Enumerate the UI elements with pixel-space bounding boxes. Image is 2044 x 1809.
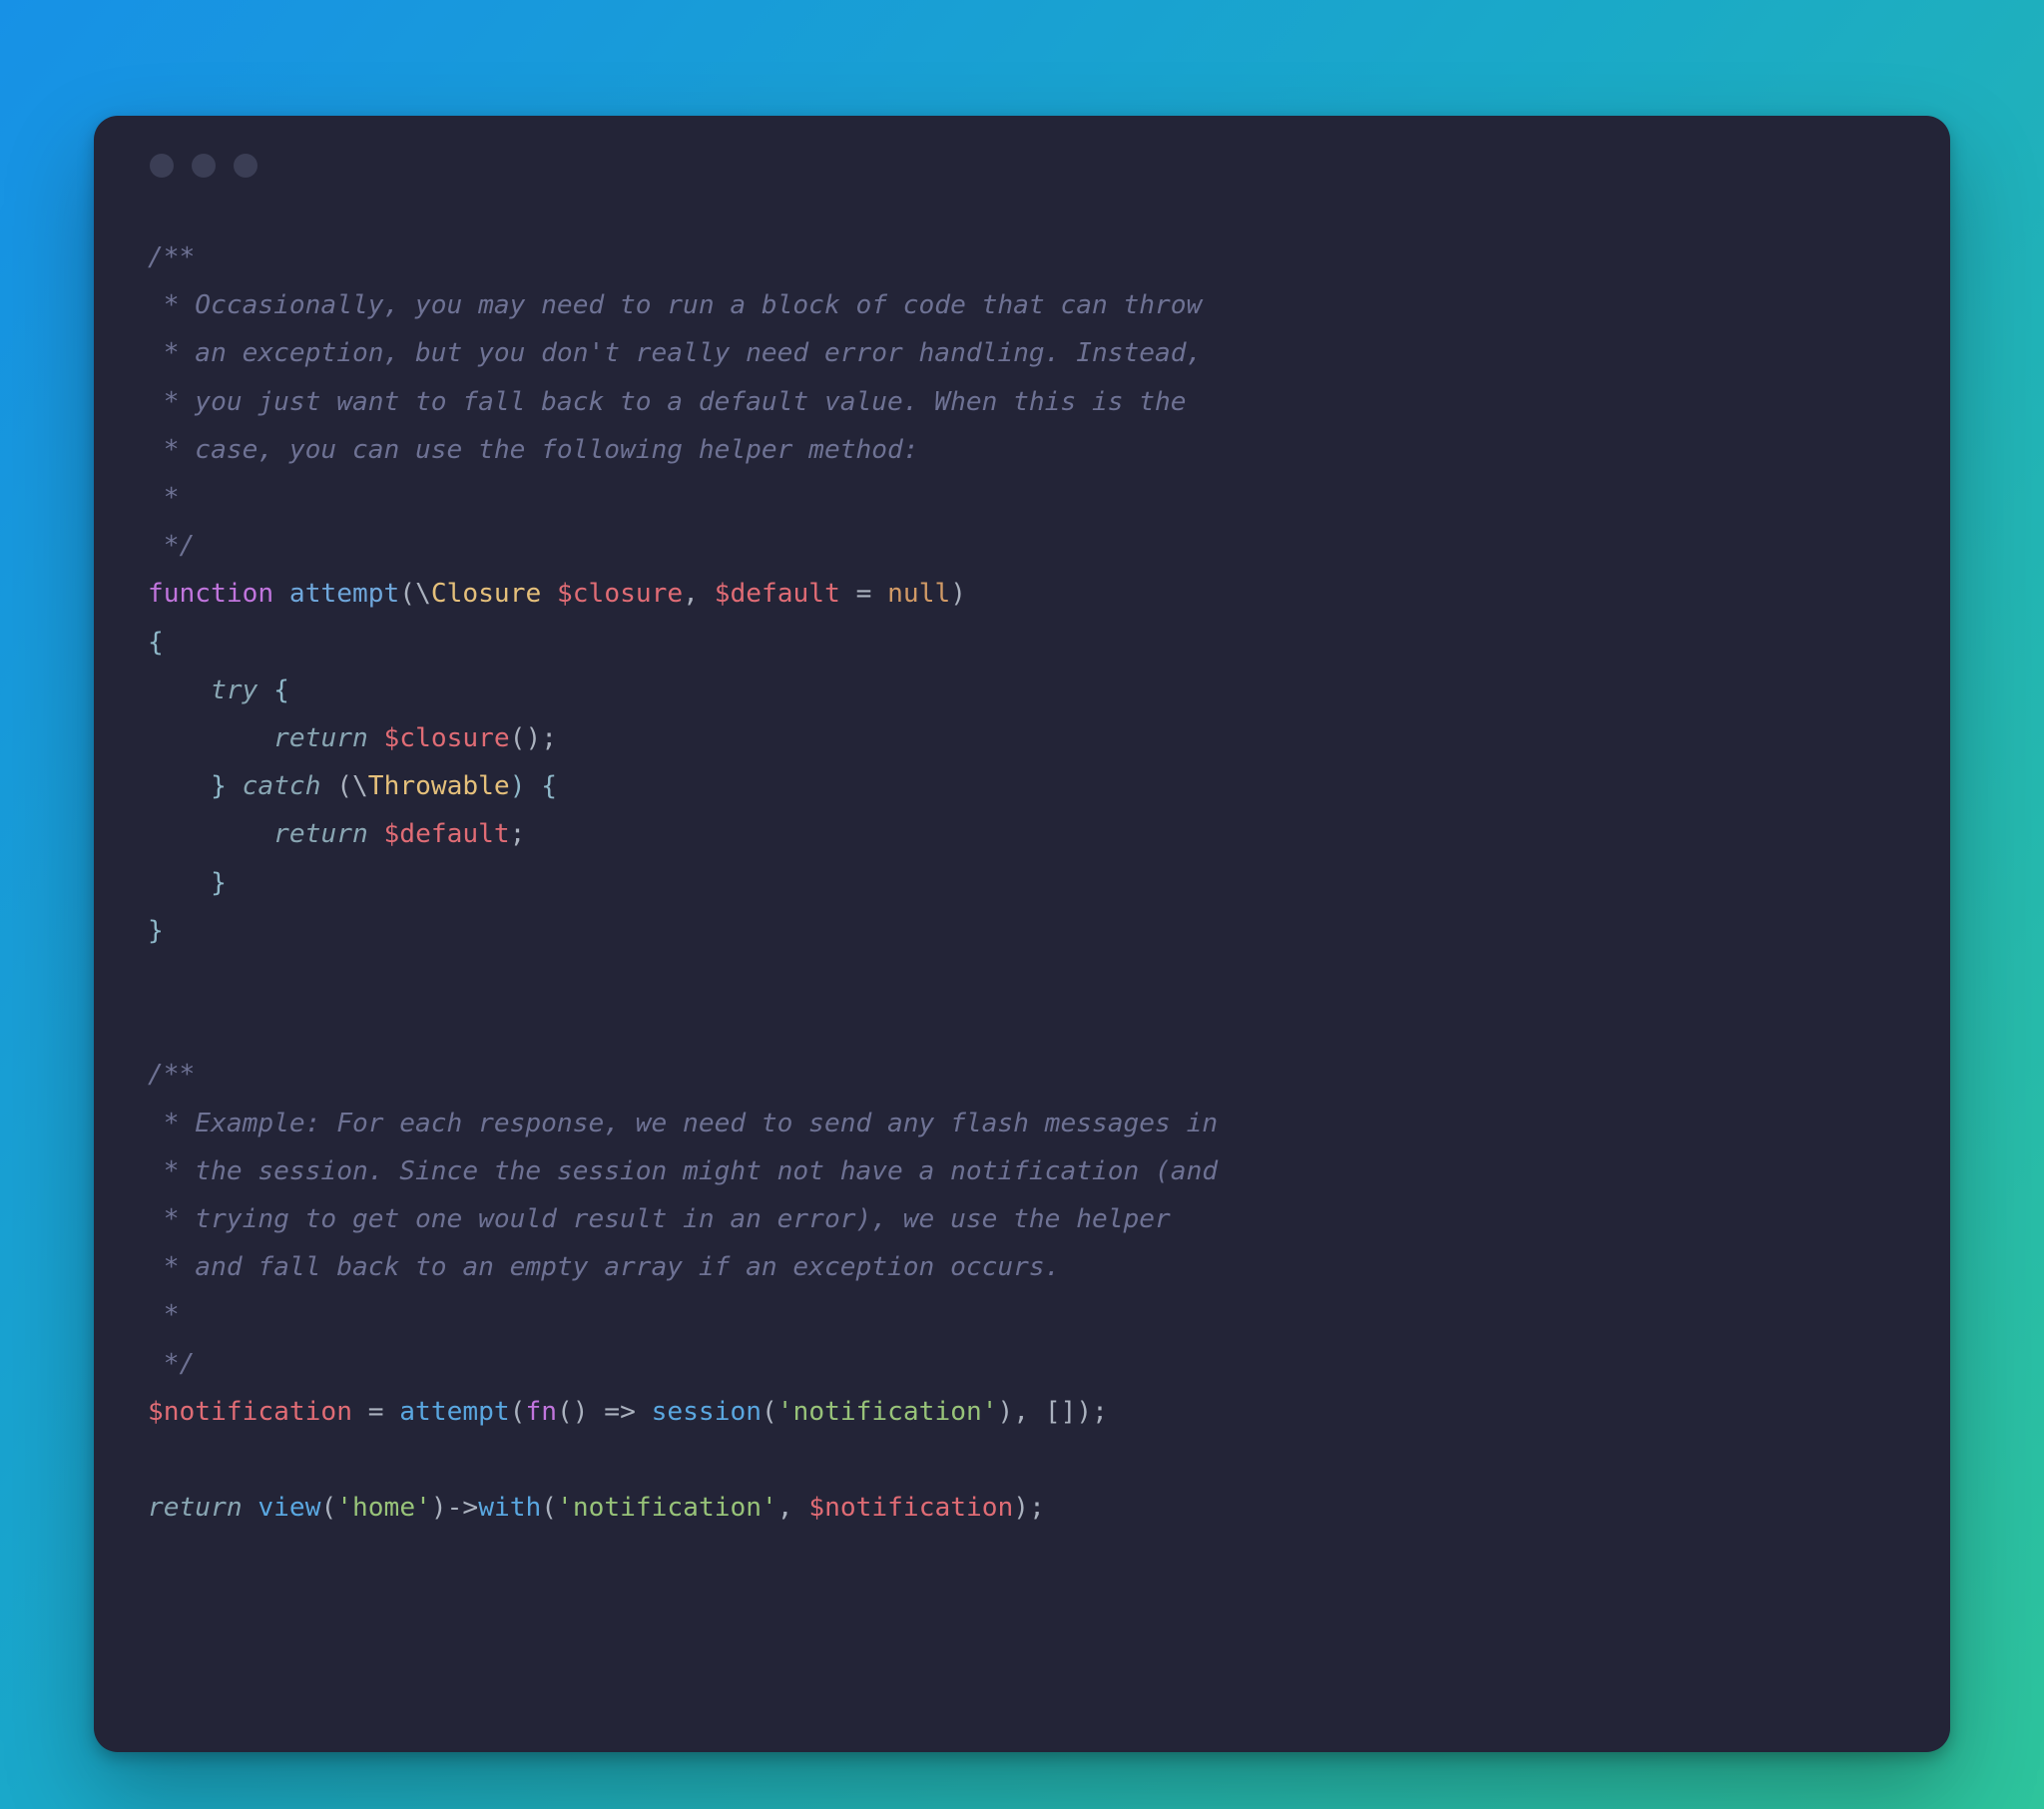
comment-line: * case, you can use the following helper… bbox=[148, 435, 919, 465]
keyword-catch: catch bbox=[243, 771, 321, 801]
punct: , bbox=[777, 1493, 809, 1523]
space bbox=[243, 1493, 258, 1523]
brace: } bbox=[211, 868, 227, 898]
operator: = bbox=[352, 1397, 399, 1427]
operator: = bbox=[840, 579, 887, 609]
keyword-return: return bbox=[148, 1493, 243, 1523]
editor-window: /** * Occasionally, you may need to run … bbox=[94, 116, 1950, 1752]
punct: ( bbox=[762, 1397, 777, 1427]
method-call: with bbox=[478, 1493, 541, 1523]
keyword-return: return bbox=[273, 819, 368, 849]
punct: , bbox=[683, 579, 715, 609]
keyword-fn: fn bbox=[525, 1397, 557, 1427]
code-block: /** * Occasionally, you may need to run … bbox=[148, 233, 1896, 1532]
punct: ) bbox=[950, 579, 966, 609]
comment-line: /** bbox=[148, 242, 195, 272]
brace: { bbox=[257, 676, 289, 705]
punct: ( bbox=[399, 579, 415, 609]
variable: $closure bbox=[557, 579, 683, 609]
comment-line: /** bbox=[148, 1060, 195, 1090]
keyword-try: try bbox=[211, 676, 257, 705]
space bbox=[368, 723, 384, 753]
punct: ( bbox=[510, 1397, 526, 1427]
operator: => bbox=[604, 1397, 636, 1427]
punct: ) bbox=[431, 1493, 447, 1523]
indent bbox=[148, 676, 211, 705]
traffic-close-icon[interactable] bbox=[150, 154, 174, 178]
traffic-zoom-icon[interactable] bbox=[234, 154, 257, 178]
string: 'notification' bbox=[557, 1493, 777, 1523]
function-call: view bbox=[257, 1493, 320, 1523]
comment-line: * you just want to fall back to a defaul… bbox=[148, 387, 1187, 417]
comment-line: * and fall back to an empty array if an … bbox=[148, 1252, 1060, 1282]
class-ref: Closure bbox=[431, 579, 541, 609]
comment-line: * Example: For each response, we need to… bbox=[148, 1109, 1218, 1138]
namespace-sep: \ bbox=[415, 579, 431, 609]
operator-arrow: -> bbox=[447, 1493, 479, 1523]
punct: ), []); bbox=[998, 1397, 1108, 1427]
comment-line: * bbox=[148, 1300, 180, 1330]
variable: $default bbox=[715, 579, 840, 609]
punct: ( bbox=[541, 1493, 557, 1523]
comment-line: * trying to get one would result in an e… bbox=[148, 1204, 1171, 1234]
class-ref: Throwable bbox=[368, 771, 510, 801]
indent bbox=[148, 819, 273, 849]
namespace-sep: \ bbox=[352, 771, 368, 801]
punct: ); bbox=[1013, 1493, 1045, 1523]
punct: ( bbox=[320, 771, 352, 801]
indent bbox=[148, 771, 211, 801]
comment-line: * Occasionally, you may need to run a bl… bbox=[148, 290, 1202, 320]
brace: } bbox=[211, 771, 243, 801]
string: 'notification' bbox=[777, 1397, 998, 1427]
function-name: attempt bbox=[289, 579, 399, 609]
keyword-function: function bbox=[148, 579, 273, 609]
brace: } bbox=[148, 916, 164, 946]
page-background: /** * Occasionally, you may need to run … bbox=[0, 0, 2044, 1752]
space bbox=[636, 1397, 652, 1427]
null-literal: null bbox=[887, 579, 950, 609]
punct: ( bbox=[320, 1493, 336, 1523]
indent bbox=[148, 723, 273, 753]
space bbox=[368, 819, 384, 849]
variable: $default bbox=[384, 819, 510, 849]
comment-line: * an exception, but you don't really nee… bbox=[148, 338, 1202, 368]
comment-line: * the session. Since the session might n… bbox=[148, 1156, 1218, 1186]
punct: () bbox=[557, 1397, 604, 1427]
string: 'home' bbox=[336, 1493, 431, 1523]
variable: $notification bbox=[148, 1397, 352, 1427]
space bbox=[541, 579, 557, 609]
brace: { bbox=[148, 628, 164, 658]
brace: ) { bbox=[510, 771, 557, 801]
variable: $notification bbox=[808, 1493, 1013, 1523]
comment-line: * bbox=[148, 483, 180, 513]
keyword-return: return bbox=[273, 723, 368, 753]
variable: $closure bbox=[384, 723, 510, 753]
comment-line: */ bbox=[148, 1349, 195, 1379]
window-traffic-lights bbox=[148, 154, 1896, 233]
punct: ; bbox=[510, 819, 526, 849]
function-call: session bbox=[652, 1397, 762, 1427]
indent bbox=[148, 868, 211, 898]
function-call: attempt bbox=[399, 1397, 509, 1427]
comment-line: */ bbox=[148, 531, 195, 561]
traffic-minimize-icon[interactable] bbox=[192, 154, 216, 178]
punct: (); bbox=[510, 723, 557, 753]
